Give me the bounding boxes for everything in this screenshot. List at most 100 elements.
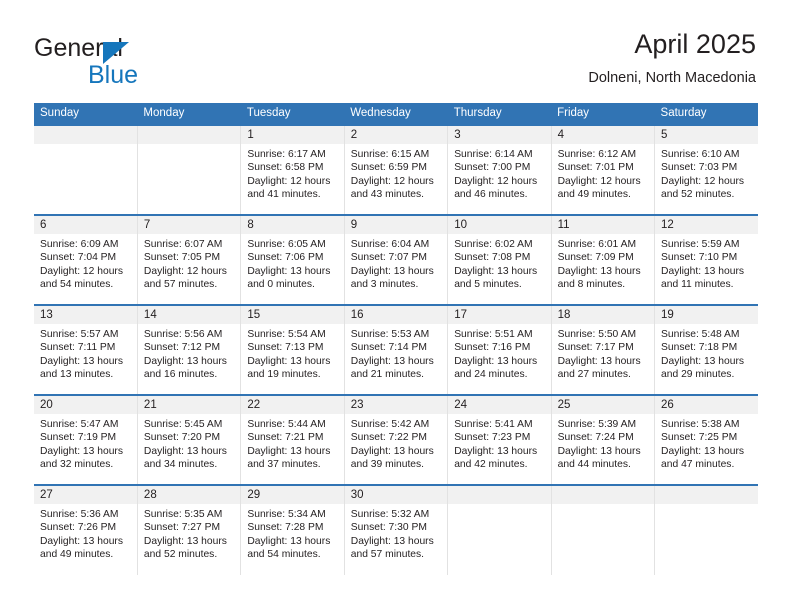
calendar-day-cell[interactable]: 29 Sunrise: 5:34 AM Sunset: 7:28 PM Dayligh… [240,484,345,575]
daylight-text: Daylight: 13 hours and 37 minutes. [247,445,331,471]
daylight-text: Daylight: 13 hours and 57 minutes. [350,535,434,561]
day-number: 19 [655,306,758,324]
sunset-text: Sunset: 7:13 PM [247,342,324,354]
day-number: 11 [551,216,655,234]
sunset-text: Sunset: 7:14 PM [350,342,427,354]
calendar-day-cell[interactable]: 22 Sunrise: 5:44 AM Sunset: 7:21 PM Dayligh… [240,394,345,485]
calendar-day-cell[interactable]: 27 Sunrise: 5:36 AM Sunset: 7:26 PM Dayligh… [34,484,138,575]
calendar-day-cell[interactable]: 12 Sunrise: 5:59 AM Sunset: 7:10 PM Dayligh… [654,214,758,305]
daylight-text: Daylight: 13 hours and 47 minutes. [661,445,745,471]
sunrise-text: Sunrise: 6:10 AM [661,149,740,160]
calendar-day-cell-empty [551,484,656,575]
daylight-text: Daylight: 13 hours and 32 minutes. [40,445,123,471]
day-details: Sunrise: 5:38 AM Sunset: 7:25 PM Daylight:… [655,414,758,472]
sunrise-text: Sunrise: 5:35 AM [143,509,223,520]
sunset-text: Sunset: 7:17 PM [557,342,634,354]
calendar-day-cell[interactable]: 6 Sunrise: 6:09 AM Sunset: 7:04 PM Daylight… [34,214,138,305]
sunrise-text: Sunrise: 5:45 AM [143,419,223,430]
daylight-text: Daylight: 13 hours and 11 minutes. [661,265,745,291]
day-number [551,486,655,504]
day-number: 5 [655,126,758,144]
sunrise-text: Sunrise: 6:09 AM [40,239,119,250]
day-number: 25 [551,396,655,414]
sunset-text: Sunset: 6:58 PM [247,162,324,174]
daylight-text: Daylight: 13 hours and 49 minutes. [40,535,123,561]
calendar-day-cell[interactable]: 23 Sunrise: 5:42 AM Sunset: 7:22 PM Dayligh… [344,394,449,485]
day-details: Sunrise: 5:48 AM Sunset: 7:18 PM Daylight:… [655,324,758,382]
calendar-day-cell[interactable]: 3 Sunrise: 6:14 AM Sunset: 7:00 PM Daylight… [447,124,552,215]
calendar-day-cell[interactable]: 15 Sunrise: 5:54 AM Sunset: 7:13 PM Dayligh… [240,304,345,395]
calendar-day-cell[interactable]: 26 Sunrise: 5:38 AM Sunset: 7:25 PM Dayligh… [654,394,758,485]
general-blue-logo[interactable]: General Blue [34,34,234,90]
day-number: 2 [344,126,448,144]
weekday-header-friday: Friday [551,103,655,125]
sunset-text: Sunset: 7:07 PM [350,252,427,264]
daylight-text: Daylight: 13 hours and 52 minutes. [143,535,227,561]
calendar-day-cell[interactable]: 19 Sunrise: 5:48 AM Sunset: 7:18 PM Dayligh… [654,304,758,395]
calendar-day-cell[interactable]: 24 Sunrise: 5:41 AM Sunset: 7:23 PM Dayligh… [447,394,552,485]
day-details: Sunrise: 6:12 AM Sunset: 7:01 PM Daylight:… [552,144,654,202]
day-number: 4 [551,126,655,144]
calendar-day-cell[interactable]: 20 Sunrise: 5:47 AM Sunset: 7:19 PM Dayligh… [34,394,138,485]
day-details: Sunrise: 6:01 AM Sunset: 7:09 PM Daylight:… [552,234,654,292]
sunset-text: Sunset: 7:03 PM [661,162,738,174]
calendar-week-row: 6 Sunrise: 6:09 AM Sunset: 7:04 PM Daylight… [34,214,758,305]
day-number: 29 [241,486,344,504]
calendar-day-cell[interactable]: 10 Sunrise: 6:02 AM Sunset: 7:08 PM Dayligh… [447,214,552,305]
day-details: Sunrise: 5:53 AM Sunset: 7:14 PM Daylight:… [345,324,447,382]
calendar-day-cell[interactable]: 9 Sunrise: 6:04 AM Sunset: 7:07 PM Daylight… [344,214,449,305]
sunset-text: Sunset: 7:05 PM [143,252,221,264]
weekday-header-saturday: Saturday [654,103,758,125]
daylight-text: Daylight: 13 hours and 21 minutes. [350,355,434,381]
sunrise-text: Sunrise: 6:04 AM [350,239,430,250]
day-details: Sunrise: 5:57 AM Sunset: 7:11 PM Daylight:… [34,324,137,382]
calendar-day-cell[interactable]: 17 Sunrise: 5:51 AM Sunset: 7:16 PM Dayligh… [447,304,552,395]
day-details: Sunrise: 5:47 AM Sunset: 7:19 PM Daylight:… [34,414,137,472]
calendar-day-cell[interactable]: 28 Sunrise: 5:35 AM Sunset: 7:27 PM Dayligh… [137,484,242,575]
calendar-day-cell[interactable]: 16 Sunrise: 5:53 AM Sunset: 7:14 PM Dayligh… [344,304,449,395]
daylight-text: Daylight: 13 hours and 34 minutes. [143,445,227,471]
day-number: 7 [137,216,241,234]
calendar-day-cell[interactable]: 8 Sunrise: 6:05 AM Sunset: 7:06 PM Daylight… [240,214,345,305]
calendar-day-cell[interactable]: 14 Sunrise: 5:56 AM Sunset: 7:12 PM Dayligh… [137,304,242,395]
sunset-text: Sunset: 7:00 PM [454,162,531,174]
daylight-text: Daylight: 12 hours and 46 minutes. [454,175,538,201]
calendar-day-cell[interactable]: 5 Sunrise: 6:10 AM Sunset: 7:03 PM Daylight… [654,124,758,215]
sunrise-text: Sunrise: 6:01 AM [557,239,637,250]
sunrise-text: Sunrise: 6:17 AM [247,149,326,160]
weekday-header-thursday: Thursday [447,103,552,125]
weekday-header-row: Sunday Monday Tuesday Wednesday Thursday… [34,103,758,125]
calendar-day-cell[interactable]: 13 Sunrise: 5:57 AM Sunset: 7:11 PM Dayligh… [34,304,138,395]
day-details: Sunrise: 5:36 AM Sunset: 7:26 PM Daylight:… [34,504,137,562]
calendar-day-cell[interactable]: 25 Sunrise: 5:39 AM Sunset: 7:24 PM Dayligh… [551,394,656,485]
sunset-text: Sunset: 7:01 PM [557,162,634,174]
daylight-text: Daylight: 13 hours and 8 minutes. [557,265,641,291]
sunset-text: Sunset: 7:19 PM [40,432,117,444]
day-number: 8 [241,216,344,234]
day-number: 14 [137,306,241,324]
sunrise-text: Sunrise: 5:56 AM [143,329,223,340]
sunset-text: Sunset: 7:16 PM [454,342,531,354]
daylight-text: Daylight: 13 hours and 19 minutes. [247,355,331,381]
calendar-day-cell[interactable]: 2 Sunrise: 6:15 AM Sunset: 6:59 PM Daylight… [344,124,449,215]
calendar-day-cell[interactable]: 30 Sunrise: 5:32 AM Sunset: 7:30 PM Dayligh… [344,484,449,575]
calendar-day-cell[interactable]: 18 Sunrise: 5:50 AM Sunset: 7:17 PM Dayligh… [551,304,656,395]
day-number [34,126,137,144]
sunset-text: Sunset: 7:25 PM [661,432,738,444]
day-number: 28 [137,486,241,504]
calendar-day-cell[interactable]: 21 Sunrise: 5:45 AM Sunset: 7:20 PM Dayligh… [137,394,242,485]
day-details: Sunrise: 5:54 AM Sunset: 7:13 PM Daylight:… [241,324,343,382]
day-number: 30 [344,486,448,504]
day-number: 15 [241,306,344,324]
sunrise-text: Sunrise: 5:42 AM [350,419,430,430]
day-number: 10 [448,216,551,234]
day-number: 3 [448,126,551,144]
sunrise-text: Sunrise: 5:57 AM [40,329,119,340]
calendar-day-cell[interactable]: 7 Sunrise: 6:07 AM Sunset: 7:05 PM Daylight… [137,214,242,305]
daylight-text: Daylight: 12 hours and 43 minutes. [350,175,434,201]
day-details: Sunrise: 6:09 AM Sunset: 7:04 PM Daylight:… [34,234,137,292]
calendar-day-cell[interactable]: 4 Sunrise: 6:12 AM Sunset: 7:01 PM Daylight… [551,124,656,215]
calendar-day-cell[interactable]: 11 Sunrise: 6:01 AM Sunset: 7:09 PM Dayligh… [551,214,656,305]
daylight-text: Daylight: 12 hours and 41 minutes. [247,175,331,201]
calendar-day-cell[interactable]: 1 Sunrise: 6:17 AM Sunset: 6:58 PM Daylight… [240,124,345,215]
